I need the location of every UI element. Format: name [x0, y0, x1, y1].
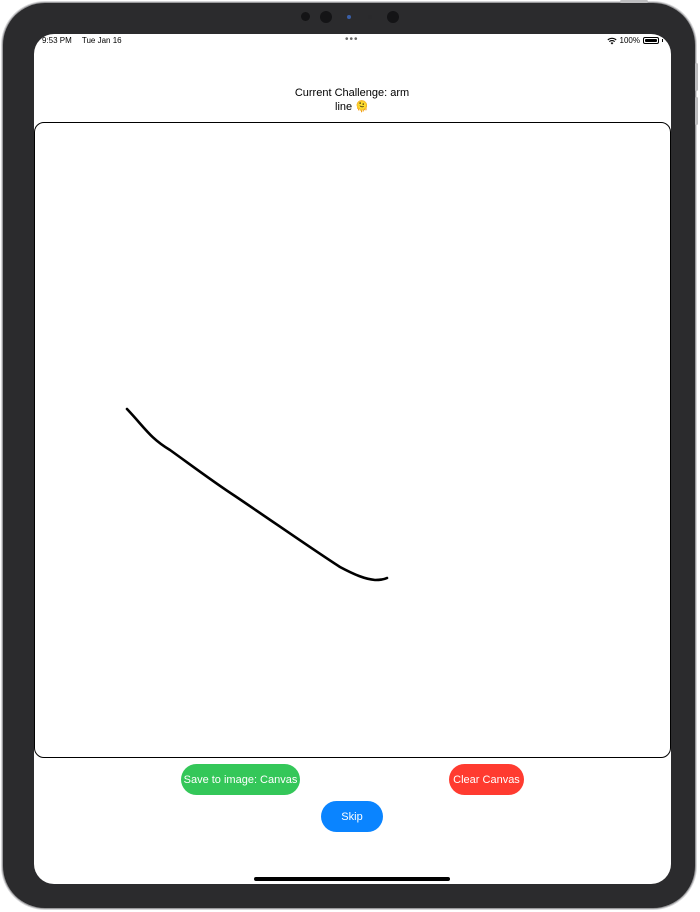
camera-indicator-icon [347, 15, 351, 19]
skip-button[interactable]: Skip [321, 801, 383, 832]
challenge-line-2: line 🫠 [335, 101, 369, 113]
sensor-small-icon [368, 15, 372, 19]
save-to-image-button[interactable]: Save to image: Canvas [181, 764, 300, 795]
current-challenge-label: Current Challenge: arm line 🫠 [252, 86, 452, 114]
sensor-icon [301, 12, 310, 21]
home-indicator[interactable] [254, 877, 450, 881]
camera-housing [0, 10, 700, 24]
camera-icon [320, 11, 332, 23]
volume-down-button [695, 97, 698, 125]
status-bar: 9:53 PM Tue Jan 16 ••• 100% [34, 34, 671, 48]
face-sensor-icon [387, 11, 399, 23]
screen: 9:53 PM Tue Jan 16 ••• 100% Current Chal… [34, 34, 671, 884]
multitasking-dots-icon[interactable]: ••• [345, 34, 359, 45]
battery-icon [643, 37, 659, 44]
challenge-line-1: Current Challenge: arm [294, 87, 410, 99]
top-button [620, 0, 648, 3]
status-time: 9:53 PM [42, 36, 72, 45]
wifi-icon [606, 37, 617, 44]
clear-canvas-button[interactable]: Clear Canvas [449, 764, 524, 795]
status-date: Tue Jan 16 [81, 36, 122, 45]
drawn-stroke [125, 407, 389, 582]
ipad-frame: 9:53 PM Tue Jan 16 ••• 100% Current Chal… [3, 0, 698, 908]
battery-percent: 100% [619, 36, 640, 45]
volume-up-button [695, 63, 698, 91]
drawing-canvas[interactable] [34, 122, 671, 758]
